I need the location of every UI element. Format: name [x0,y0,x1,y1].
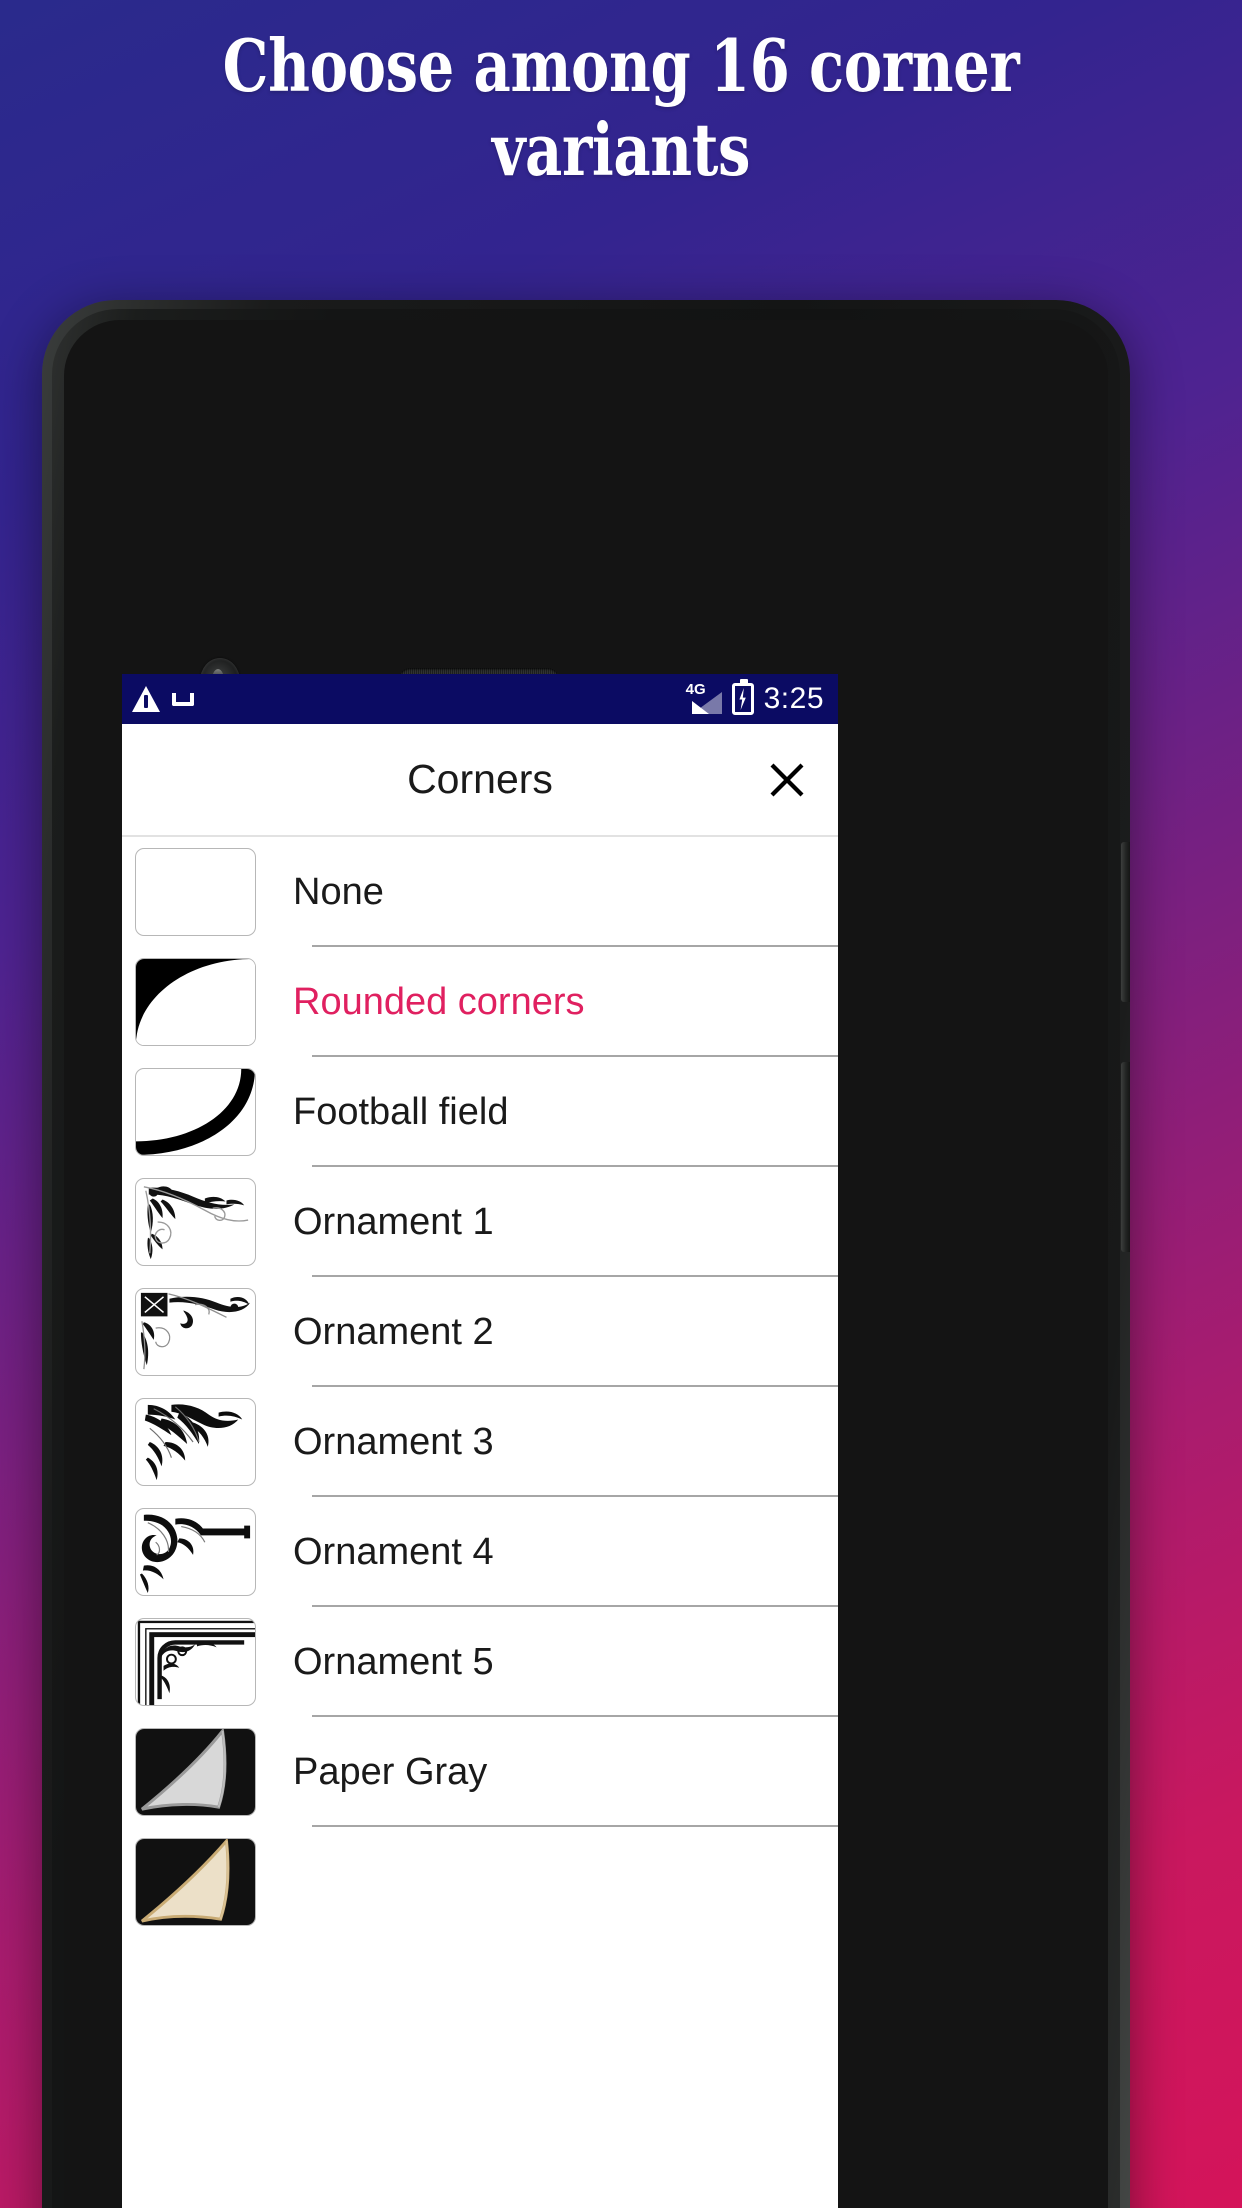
warning-triangle-icon [132,686,160,712]
corner-list-item[interactable]: Ornament 1 [122,1167,838,1277]
corner-item-label: None [293,870,384,913]
corner-thumbnail-none [135,848,256,936]
promo-screenshot: Choose among 16 corner variants 4G 3:25 … [0,0,1242,2208]
phone-device-frame: 4G 3:25 Corners None Rounded corners Foo… [42,300,1130,2208]
corner-item-label: Ornament 5 [293,1640,494,1683]
corner-thumbnail-ornament4 [135,1508,256,1596]
app-bar: Corners [122,724,838,837]
corner-thumbnail-ornament3 [135,1398,256,1486]
corner-list-item[interactable]: None [122,837,838,947]
corner-thumbnail-paperbeige [135,1838,256,1926]
corner-list-item[interactable]: Ornament 4 [122,1497,838,1607]
page-title: Corners [407,756,553,802]
corner-thumbnail-football [135,1068,256,1156]
corner-item-label: Ornament 1 [293,1200,494,1243]
battery-charging-icon [731,679,754,715]
corner-list-item[interactable]: Ornament 2 [122,1277,838,1387]
signal-strength-icon: 4G [686,682,722,714]
corner-list-item[interactable]: Paper Gray [122,1717,838,1827]
corner-item-label: Rounded corners [293,980,585,1023]
corner-item-label: Ornament 2 [293,1310,494,1353]
corner-item-label: Ornament 4 [293,1530,494,1573]
corner-thumbnail-ornament5 [135,1618,256,1706]
status-bar-left [132,686,194,712]
status-bar-clock: 3:25 [763,682,824,715]
corner-thumbnail-ornament2 [135,1288,256,1376]
close-icon [770,763,804,796]
signal-bars-icon [691,692,722,714]
corner-list-item[interactable] [122,1827,838,1937]
keyboard-icon [172,692,194,706]
corner-thumbnail-rounded [135,958,256,1046]
corner-item-label: Ornament 3 [293,1420,494,1463]
power-button[interactable] [1121,842,1130,1002]
corner-list-item[interactable]: Ornament 5 [122,1607,838,1717]
corner-item-label: Paper Gray [293,1750,488,1793]
status-bar: 4G 3:25 [122,674,838,724]
status-bar-right: 4G 3:25 [686,679,824,715]
corner-thumbnail-ornament1 [135,1178,256,1266]
phone-screen: 4G 3:25 Corners None Rounded corners Foo… [122,674,838,2208]
corner-list-item[interactable]: Rounded corners [122,947,838,1057]
close-button[interactable] [758,751,816,809]
corner-variant-list[interactable]: None Rounded corners Football field Orna… [122,837,838,2208]
volume-rocker-button[interactable] [1121,1062,1130,1252]
corner-item-label: Football field [293,1090,509,1133]
promo-headline: Choose among 16 corner variants [222,23,1020,192]
corner-list-item[interactable]: Ornament 3 [122,1387,838,1497]
corner-list-item[interactable]: Football field [122,1057,838,1167]
corner-thumbnail-papergray [135,1728,256,1816]
